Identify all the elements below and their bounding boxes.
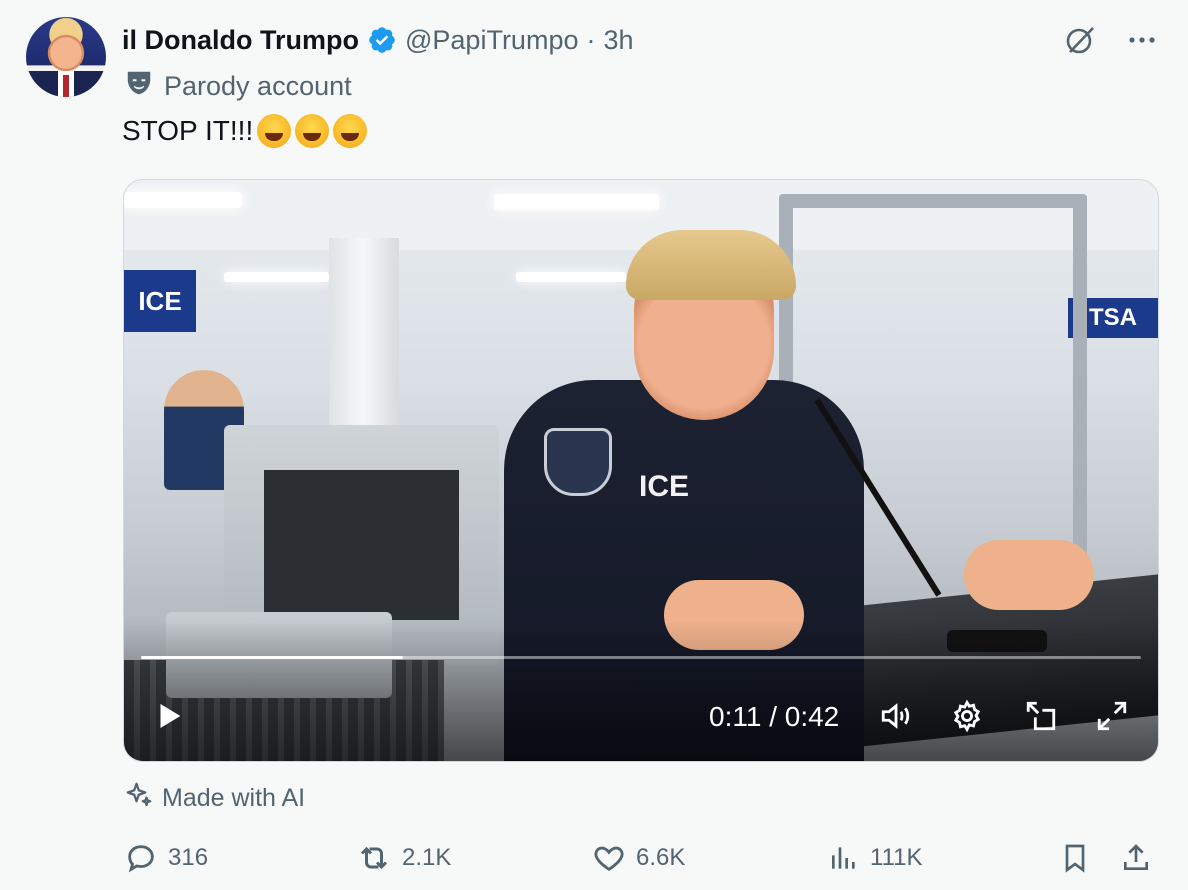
author-display-name[interactable]: il Donaldo Trumpo <box>122 25 359 56</box>
tweet-action-bar: 316 2.1K 6.6K 111K <box>124 836 1158 880</box>
scene-officer-uniform-text: ICE <box>639 470 690 503</box>
reply-count: 316 <box>168 844 209 871</box>
reply-button[interactable]: 316 <box>124 836 208 880</box>
reply-icon <box>128 845 154 873</box>
more-options-icon[interactable] <box>1126 24 1158 56</box>
play-icon[interactable] <box>152 699 186 733</box>
scene-light <box>224 272 329 282</box>
scene-ice-sign: ICE <box>124 270 196 332</box>
like-count: 6.6K <box>636 844 686 871</box>
views-button[interactable]: 111K <box>828 836 923 880</box>
tweet-text-content: STOP IT!!! <box>122 115 254 146</box>
scene-officer-hair <box>626 230 796 300</box>
video-progress-fill <box>141 656 403 659</box>
repost-button[interactable]: 2.1K <box>356 836 451 880</box>
sparkle-icon <box>124 780 154 817</box>
repost-count: 2.1K <box>402 844 452 871</box>
avatar-tie <box>63 75 69 97</box>
views-chart-icon <box>832 847 855 869</box>
separator-dot: · <box>586 24 596 55</box>
rolling-laughing-emoji-icon <box>295 114 330 148</box>
verified-badge-icon <box>367 25 397 55</box>
bookmark-icon <box>1065 844 1085 873</box>
tweet-text: STOP IT!!! <box>122 114 368 148</box>
rolling-laughing-emoji-icon <box>333 114 368 148</box>
scene-light <box>494 194 659 210</box>
scene-officer-patch <box>544 428 612 496</box>
grok-icon[interactable] <box>1062 22 1098 58</box>
scene-pillar <box>329 238 399 428</box>
rolling-laughing-emoji-icon <box>257 114 292 148</box>
parody-label: Parody account <box>124 68 352 105</box>
header-actions <box>1062 22 1158 58</box>
post-time[interactable]: 3h <box>603 25 633 56</box>
video-time: 0:11 / 0:42 <box>709 701 840 732</box>
views-count: 111K <box>870 844 923 871</box>
author-handle[interactable]: @PapiTrumpo <box>405 25 578 56</box>
share-icon <box>1124 844 1148 870</box>
like-button[interactable]: 6.6K <box>592 836 685 880</box>
bookmark-button[interactable] <box>1059 836 1091 880</box>
made-with-ai-text: Made with AI <box>162 784 306 812</box>
settings-gear-icon[interactable] <box>950 699 984 733</box>
scene-xray-tunnel <box>264 470 459 620</box>
video-controls: 0:11 / 0:42 <box>124 685 1158 745</box>
repost-icon <box>360 846 388 870</box>
video-player[interactable]: ICE TSA ICE 0:11 / 0:42 <box>123 179 1159 762</box>
tweet-header: il Donaldo Trumpo @PapiTrumpo · 3h <box>122 20 634 60</box>
picture-in-picture-icon[interactable] <box>1024 699 1058 733</box>
heart-icon <box>594 846 624 871</box>
fullscreen-icon[interactable] <box>1095 699 1129 733</box>
volume-icon[interactable] <box>879 699 913 733</box>
made-with-ai-label[interactable]: Made with AI <box>124 780 305 817</box>
video-progress-bar[interactable] <box>141 656 1141 659</box>
share-button[interactable] <box>1120 836 1152 880</box>
scene-hand <box>964 540 1094 610</box>
parody-mask-icon <box>124 68 154 105</box>
scene-light <box>124 192 242 208</box>
author-avatar[interactable] <box>26 17 106 97</box>
parody-label-text: Parody account <box>164 71 352 101</box>
